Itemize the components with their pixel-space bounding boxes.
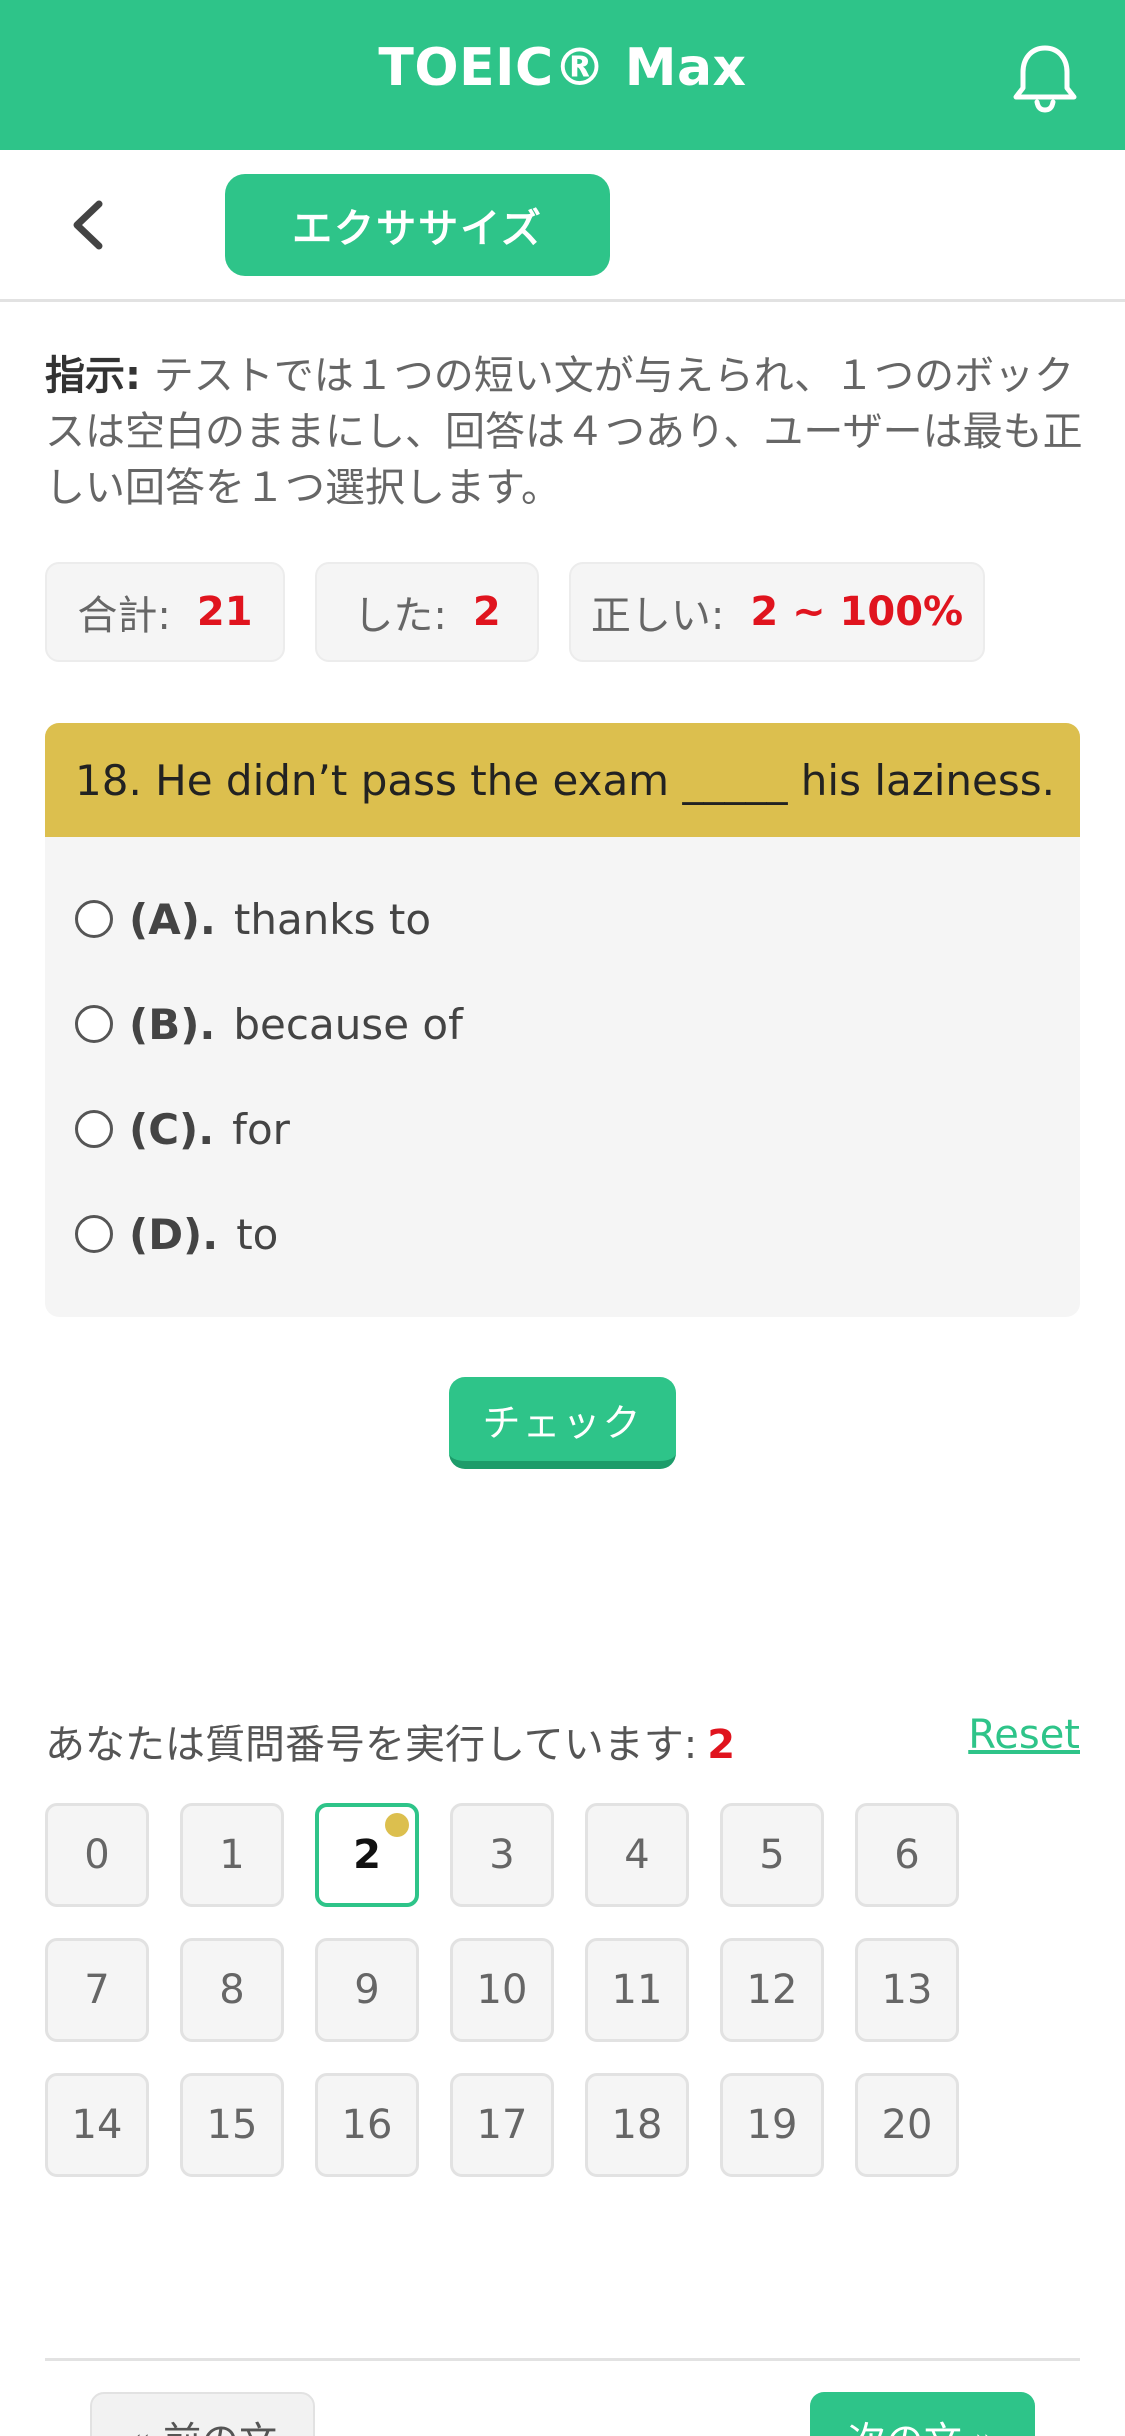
- question-number-button[interactable]: 14: [45, 2073, 149, 2177]
- reset-link[interactable]: Reset: [968, 1712, 1080, 1758]
- app-title: TOEIC® Max: [378, 38, 747, 98]
- question-number-button[interactable]: 3: [450, 1803, 554, 1907]
- option-b[interactable]: (B). because of: [75, 994, 463, 1054]
- question-number-button[interactable]: 19: [720, 2073, 824, 2177]
- chevron-left-icon[interactable]: [55, 190, 125, 260]
- top-app-bar: TOEIC® Max: [0, 0, 1125, 150]
- bell-icon[interactable]: [1005, 38, 1085, 118]
- option-text: to: [236, 1209, 279, 1259]
- running-label-text: あなたは質問番号を実行しています:: [45, 1722, 698, 1768]
- instructions-label: 指示:: [45, 353, 141, 399]
- stat-correct-value: 2 ~ 100%: [750, 589, 964, 635]
- current-question-number: 2: [707, 1722, 736, 1768]
- sub-header: エクササイズ: [0, 150, 1125, 302]
- question-number-button[interactable]: 1: [180, 1803, 284, 1907]
- question-text: 18. He didn’t pass the exam _____ his la…: [45, 723, 1080, 837]
- radio-button[interactable]: [75, 1110, 113, 1148]
- footer-divider: [45, 2358, 1080, 2361]
- question-number-button[interactable]: 20: [855, 2073, 959, 2177]
- stat-done: した: 2: [315, 562, 539, 662]
- option-key: (C).: [129, 1104, 215, 1154]
- option-key: (A).: [129, 894, 216, 944]
- question-number-button[interactable]: 5: [720, 1803, 824, 1907]
- question-number-button[interactable]: 16: [315, 2073, 419, 2177]
- question-number-button[interactable]: 12: [720, 1938, 824, 2042]
- instructions: 指示: テストでは１つの短い文が与えられ、１つのボックスは空白のままにし、回答は…: [45, 348, 1085, 516]
- option-text: because of: [233, 999, 463, 1049]
- exercise-button[interactable]: エクササイズ: [225, 174, 610, 276]
- question-number-button[interactable]: 11: [585, 1938, 689, 2042]
- question-number-button[interactable]: 9: [315, 1938, 419, 2042]
- question-number-button[interactable]: 7: [45, 1938, 149, 2042]
- check-button[interactable]: チェック: [449, 1377, 676, 1469]
- radio-button[interactable]: [75, 1215, 113, 1253]
- question-number-button[interactable]: 17: [450, 2073, 554, 2177]
- stat-total-value: 21: [196, 589, 253, 635]
- running-question-label: あなたは質問番号を実行しています: 2: [45, 1712, 735, 1770]
- question-number-button[interactable]: 15: [180, 2073, 284, 2177]
- question-number-button-active[interactable]: 2: [315, 1803, 419, 1907]
- option-text: for: [232, 1104, 290, 1154]
- question-number-button[interactable]: 10: [450, 1938, 554, 2042]
- previous-sentence-button[interactable]: « 前の文: [90, 2392, 315, 2436]
- instructions-text: テストでは１つの短い文が与えられ、１つのボックスは空白のままにし、回答は４つあり…: [45, 353, 1083, 511]
- option-key: (B).: [129, 999, 216, 1049]
- stat-total-label: 合計:: [77, 593, 171, 639]
- question-number-button[interactable]: 0: [45, 1803, 149, 1907]
- question-number-label: 2: [353, 1832, 381, 1878]
- stat-total: 合計: 21: [45, 562, 285, 662]
- option-d[interactable]: (D). to: [75, 1204, 278, 1264]
- stat-done-value: 2: [472, 589, 501, 635]
- option-key: (D).: [129, 1209, 219, 1259]
- radio-button[interactable]: [75, 900, 113, 938]
- option-c[interactable]: (C). for: [75, 1099, 290, 1159]
- stat-correct: 正しい: 2 ~ 100%: [569, 562, 985, 662]
- answered-dot-icon: [385, 1813, 409, 1837]
- next-sentence-button[interactable]: 次の文 »: [810, 2392, 1035, 2436]
- question-number-button[interactable]: 8: [180, 1938, 284, 2042]
- option-text: thanks to: [233, 894, 432, 944]
- option-a[interactable]: (A). thanks to: [75, 889, 431, 949]
- question-number-button[interactable]: 18: [585, 2073, 689, 2177]
- stat-done-label: した:: [353, 593, 447, 639]
- question-number-button[interactable]: 13: [855, 1938, 959, 2042]
- question-card: 18. He didn’t pass the exam _____ his la…: [45, 723, 1080, 1317]
- question-number-button[interactable]: 6: [855, 1803, 959, 1907]
- radio-button[interactable]: [75, 1005, 113, 1043]
- question-number-button[interactable]: 4: [585, 1803, 689, 1907]
- stat-correct-label: 正しい:: [590, 593, 725, 639]
